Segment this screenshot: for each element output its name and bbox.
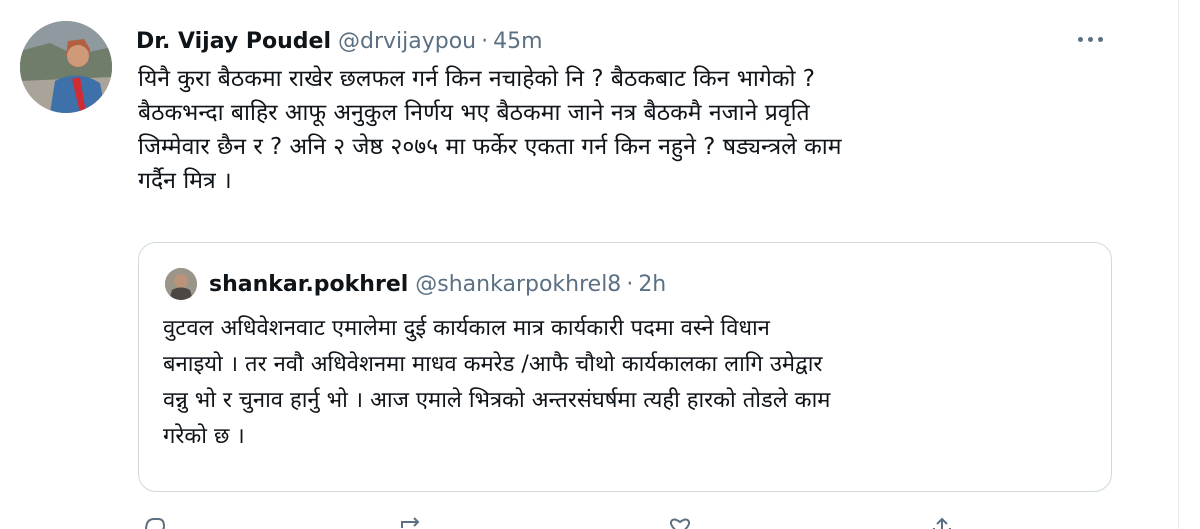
quoted-author-avatar[interactable] bbox=[165, 268, 197, 300]
quoted-tweet-card[interactable]: shankar.pokhrel @shankarpokhrel8 · 2h वु… bbox=[138, 242, 1112, 492]
tweet-actions bbox=[0, 516, 1200, 529]
like-button[interactable] bbox=[666, 516, 694, 529]
quoted-tweet-timestamp[interactable]: 2h bbox=[638, 272, 666, 297]
quoted-author-name[interactable]: shankar.pokhrel bbox=[209, 272, 408, 297]
retweet-button[interactable] bbox=[398, 516, 426, 529]
author-name[interactable]: Dr. Vijay Poudel bbox=[136, 29, 331, 54]
more-horizontal-icon bbox=[1097, 36, 1103, 42]
timeline-divider bbox=[1178, 0, 1179, 529]
retweet-icon bbox=[401, 517, 420, 528]
reply-button[interactable] bbox=[140, 516, 168, 529]
quoted-tweet-text: वुटवल अधिवेशनवाट एमालेमा दुई कार्यकाल मा… bbox=[163, 316, 831, 449]
share-icon bbox=[933, 517, 951, 529]
share-button[interactable] bbox=[928, 516, 956, 529]
tweet-timestamp[interactable]: 45m bbox=[493, 29, 542, 54]
header-separator: · bbox=[481, 28, 489, 54]
more-horizontal-icon bbox=[1077, 36, 1083, 42]
reply-icon bbox=[145, 518, 166, 529]
tweet-page: Dr. Vijay Poudel @drvijaypou · 45m यिनै … bbox=[0, 0, 1200, 529]
more-horizontal-icon bbox=[1087, 36, 1093, 42]
tweet-text: यिनै कुरा बैठकमा राखेर छलफल गर्न किन नचा… bbox=[138, 66, 842, 194]
quoted-tweet-header: shankar.pokhrel @shankarpokhrel8 · 2h bbox=[209, 269, 666, 299]
quoted-header-separator: · bbox=[626, 271, 634, 297]
tweet-header: Dr. Vijay Poudel @drvijaypou · 45m bbox=[136, 26, 543, 56]
quoted-author-handle[interactable]: @shankarpokhrel8 bbox=[415, 272, 621, 297]
more-options-button[interactable] bbox=[1070, 24, 1110, 54]
heart-icon bbox=[669, 518, 691, 529]
author-handle[interactable]: @drvijaypou bbox=[338, 29, 476, 54]
author-avatar[interactable] bbox=[20, 21, 112, 113]
